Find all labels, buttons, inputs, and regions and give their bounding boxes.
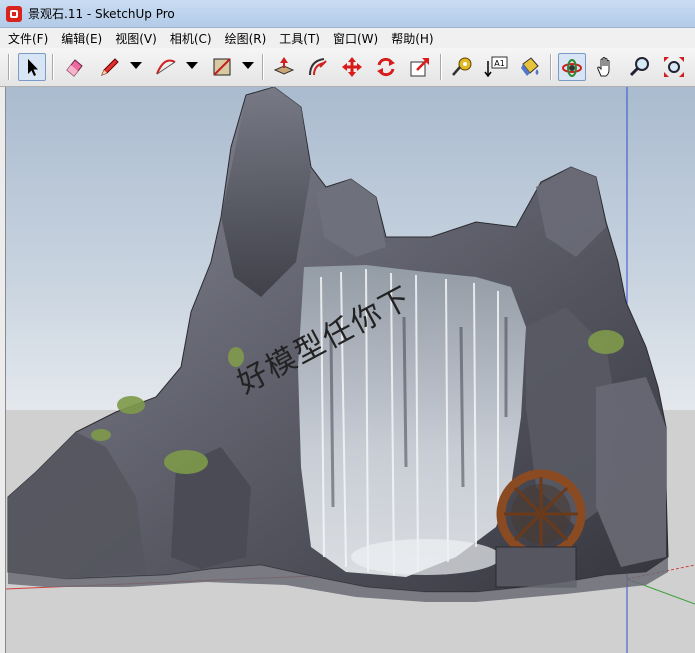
select-tool-button[interactable] xyxy=(18,53,46,81)
orbit-tool-button[interactable] xyxy=(558,53,586,81)
arc-tool-button[interactable] xyxy=(152,53,180,81)
arrow-cursor-icon xyxy=(28,59,38,76)
pan-tool-button[interactable] xyxy=(592,53,620,81)
eraser-tool-button[interactable] xyxy=(60,53,88,81)
menu-view[interactable]: 视图(V) xyxy=(110,30,162,47)
menu-help[interactable]: 帮助(H) xyxy=(386,30,438,47)
menu-tools[interactable]: 工具(T) xyxy=(274,30,325,47)
pencil-icon xyxy=(101,58,119,76)
model-viewport[interactable]: 好模型任你下 xyxy=(6,87,695,653)
menu-camera[interactable]: 相机(C) xyxy=(165,30,217,47)
offset-tool-button[interactable] xyxy=(304,53,332,81)
magnifier-icon xyxy=(629,57,649,77)
rotate-icon xyxy=(377,57,395,77)
title-bar: 景观石.11 - SketchUp Pro xyxy=(0,0,695,28)
push-pull-tool-button[interactable] xyxy=(270,53,298,81)
rectangle-tool-button[interactable] xyxy=(208,53,236,81)
arc-tool-dropdown-arrow[interactable] xyxy=(186,62,198,69)
zoom-extents-tool-button[interactable] xyxy=(660,53,688,81)
menu-edit[interactable]: 编辑(E) xyxy=(56,30,107,47)
toolbar-separator xyxy=(262,54,264,80)
offset-icon xyxy=(309,58,327,76)
scale-tool-button[interactable] xyxy=(406,53,434,81)
scale-icon xyxy=(410,58,429,77)
eraser-icon xyxy=(66,59,83,77)
zoom-tool-button[interactable] xyxy=(626,53,654,81)
toolbar-separator xyxy=(8,54,10,80)
orbit-icon xyxy=(562,59,582,77)
move-arrows-icon xyxy=(342,57,362,77)
arc-icon xyxy=(156,59,176,75)
paint-bucket-tool-button[interactable] xyxy=(516,53,544,81)
rotate-tool-button[interactable] xyxy=(372,53,400,81)
push-pull-icon xyxy=(273,57,295,75)
menu-bar: 文件(F) 编辑(E) 视图(V) 相机(C) 绘图(R) 工具(T) 窗口(W… xyxy=(0,28,695,48)
rectangle-tool-dropdown-arrow[interactable] xyxy=(242,62,254,69)
menu-file[interactable]: 文件(F) xyxy=(3,30,53,47)
rectangle-icon xyxy=(213,58,231,76)
text-label-icon: A1 xyxy=(484,56,508,78)
main-toolbar: A1 xyxy=(0,48,695,87)
zoom-extents-icon xyxy=(664,57,684,77)
toolbar-separator xyxy=(52,54,54,80)
paint-bucket-icon xyxy=(521,57,539,76)
sketchup-logo-icon xyxy=(6,5,22,22)
move-tool-button[interactable] xyxy=(338,53,366,81)
svg-text:A1: A1 xyxy=(494,59,505,68)
toolbar-separator xyxy=(440,54,442,80)
window-title: 景观石.11 - SketchUp Pro xyxy=(28,7,175,21)
toolbar-separator xyxy=(550,54,552,80)
line-tool-dropdown-arrow[interactable] xyxy=(130,62,142,69)
hand-icon xyxy=(597,57,610,77)
text-tool-button[interactable]: A1 xyxy=(482,53,510,81)
line-tool-button[interactable] xyxy=(96,53,124,81)
menu-draw[interactable]: 绘图(R) xyxy=(220,30,272,47)
rock-waterfall-model xyxy=(6,87,695,653)
tape-measure-tool-button[interactable] xyxy=(448,53,476,81)
tape-measure-icon xyxy=(452,57,472,76)
menu-window[interactable]: 窗口(W) xyxy=(328,30,383,47)
